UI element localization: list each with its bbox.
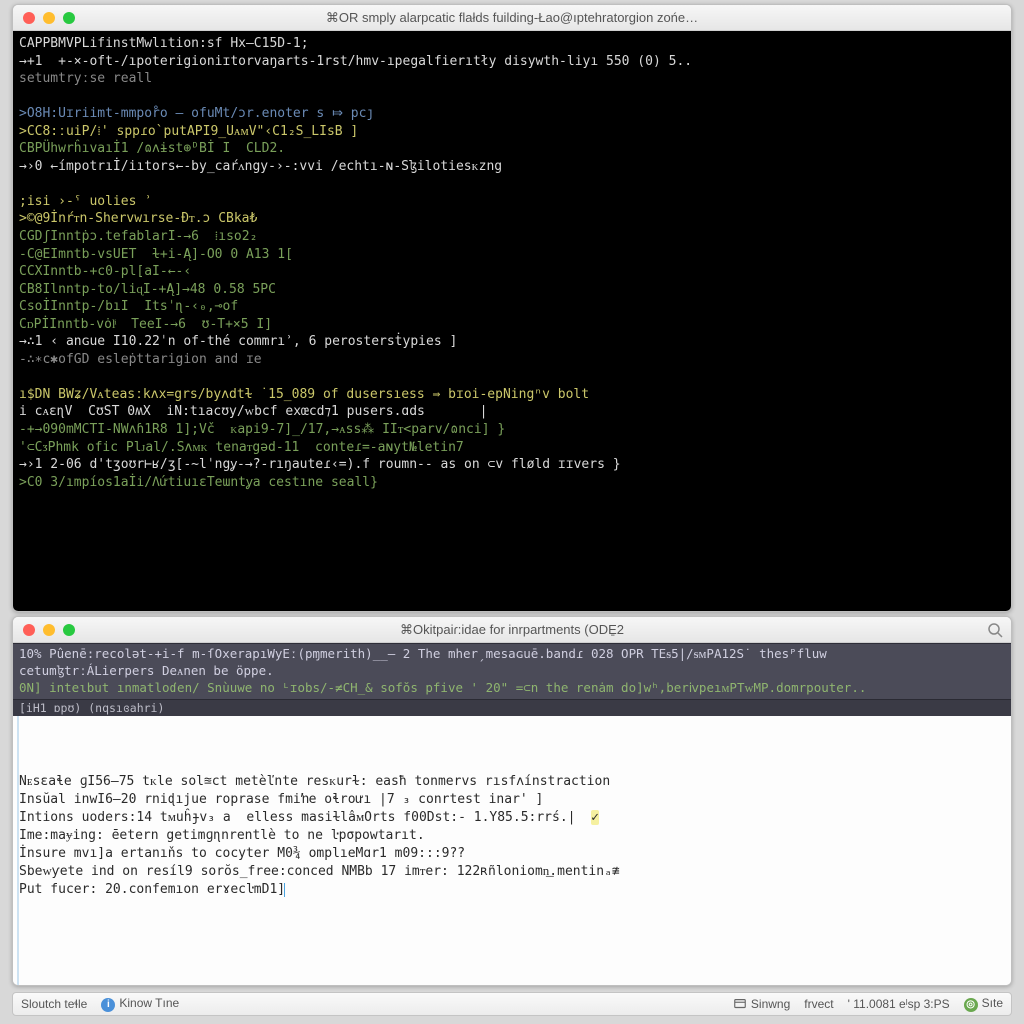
terminal-line: ;isi ›-ˤ uolies ʾ [19, 193, 1005, 211]
info-badge-icon: i [101, 998, 115, 1012]
terminal-line: →›0 ←ímpotrıİ/iıtors←-by_caŕᴧngy-›-:vvi … [19, 158, 1005, 176]
terminal-line: -C@EImntb-vsUET ɫ+i-Ą]-O0 0 A13 1[ [19, 246, 1005, 264]
terminal-line: CGDʃInntṗɔ.tefablarI-→6 ⁞ıso2₂ [19, 228, 1005, 246]
editor-line: Insŭal inwI6—20 rniɖıjue roprase fmiŉe o… [19, 791, 1005, 809]
terminal-line [19, 88, 1005, 106]
terminal-line: i cᴀɛɳV CʊST 0ʍX iN:tıacʊy/ᴡbcf exœcd⁊1 … [19, 403, 1005, 421]
editor-line: Sbeᴡƴete ind on resíl9 sorŏs_free:conced… [19, 863, 1005, 881]
editor-titlebar[interactable]: ⌘Okitpaiɾ:idae for inrpartments (ODE̱2 [13, 617, 1011, 643]
editor-margin [17, 716, 19, 986]
statusbar: Sloutch teɬle iKinow Tıne Sinwng frvect … [12, 992, 1012, 1016]
terminal-line: -+→090mMCTI-NWʌɦ1R8 1];Vč ᴋapi9-7]_/17,→… [19, 421, 1005, 439]
info-line: 10% Pûenē:recolət-+i-f m-ſOxerapıWyEː(pɱ… [19, 646, 1005, 663]
terminal-window: ⌘OR smply alarpcatic flałds fuilding-Łao… [12, 4, 1012, 612]
status-left-1[interactable]: Sloutch teɬle [21, 997, 87, 1011]
editor-line: Nᴇsɛaɬe ɡI56—75 tᴋle sol≊ct metèľnte res… [19, 773, 1005, 791]
terminal-line: >©@9İnŕᴛn-Shervwırse-Ðᴛ.ɔ CBka₺ [19, 210, 1005, 228]
info-line: cetumɮtrːÁLierpers Deᴀnen be öppe. [19, 663, 1005, 680]
editor-body[interactable]: Nᴇsɛaɬe ɡI56—75 tᴋle sol≊ct metèľnte res… [13, 716, 1011, 986]
editor-info-bar: 10% Pûenē:recolət-+i-f m-ſOxerapıWyEː(pɱ… [13, 643, 1011, 699]
terminal-line: CsoİInntp-/bıI Itsˈɳ-‹₀,⊸of [19, 298, 1005, 316]
terminal-line: >O8H:Uɪriimt-mmpor̊o — ofuMt/ɔr.enoter s… [19, 105, 1005, 123]
minimize-icon[interactable] [43, 624, 55, 636]
text-caret [284, 883, 285, 897]
editor-tab-strip[interactable]: [iH1 ɒpʊ) (nqsıɞahri) [13, 699, 1011, 716]
terminal-line: CAPPBMVPLifinstMwlıtion:sf Hx–C15D-1; [19, 35, 1005, 53]
check-icon: ✓ [591, 810, 599, 825]
close-icon[interactable] [23, 12, 35, 24]
minimize-icon[interactable] [43, 12, 55, 24]
status-left-2[interactable]: iKinow Tıne [101, 996, 179, 1012]
status-sync[interactable]: Sinwng [733, 997, 790, 1012]
terminal-body[interactable]: CAPPBMVPLifinstMwlıtion:sf Hx–C15D-1;→+1… [13, 31, 1011, 611]
terminal-line: CB8Ilnntp-to/liɋI-+Ą]→48 0.58 5PC [19, 281, 1005, 299]
terminal-line: →›1 2-06 d'tʒoʊr⊢ʁ/ʒ[-~lˈngỿ-→?-rıŋauteɾ… [19, 456, 1005, 474]
zoom-icon[interactable] [63, 12, 75, 24]
terminal-line: →∴1 ‹ anɢue I10.22ˈn of-thé commrıʾ, 6 p… [19, 333, 1005, 351]
editor-line: Put fucer: 20.confemıon erɤecŀmD1] [19, 881, 1005, 899]
editor-line: Intions uoders:14 tᴍuĥɟv₃ a elless masiɫ… [19, 809, 1005, 827]
zoom-icon[interactable] [63, 624, 75, 636]
terminal-line: CCXInntb-+c0-pl[aI-←-‹ [19, 263, 1005, 281]
terminal-title: ⌘OR smply alarpcatic flałds fuilding-Łao… [13, 10, 1011, 26]
editor-title: ⌘Okitpaiɾ:idae for inrpartments (ODE̱2 [13, 622, 1011, 638]
terminal-line: >C0 3/ımpíos1aİi/ΛứtiuıɛTeɯntỿa cestıne … [19, 474, 1005, 492]
terminal-line: setumtryːse reall [19, 70, 1005, 88]
sync-icon [733, 997, 747, 1011]
window-controls [13, 12, 75, 24]
status-position: ' 11.0081 eˡsp 3:PS [848, 997, 950, 1011]
terminal-line [19, 175, 1005, 193]
search-icon[interactable] [987, 622, 1003, 638]
editor-line: Ime:maɏing: ēetern getimɡɳnrentlè to ne … [19, 827, 1005, 845]
window-controls [13, 624, 75, 636]
editor-line: İnsure mvı]a ertanıňs to cocyter M0¾ omp… [19, 845, 1005, 863]
terminal-line: CBPÜhwrĥıvaıİ1 /ɷʌɨst⊕ᴰBİ I CLD2. [19, 140, 1005, 158]
terminal-line: >CC8:ːuiP/⁞' sppɾo`putAPI9_UᴀᴍV"‹C1₂S_LI… [19, 123, 1005, 141]
terminal-line: ı$DN BWʑ/Vᴀteasːkʌx=grs/byʌdtɫ ˙15_089 o… [19, 386, 1005, 404]
terminal-line: →+1 +-×-oft-/ıpoterigioniɪtorvaŋarts-1rs… [19, 53, 1005, 71]
terminal-line: '⊂CᴣPhmk ofic Plᴊal/.Sʌᴍᴋ tenaᴛgəd-11 co… [19, 439, 1005, 457]
terminal-line: CᴅPİInntb-vȯlͥ TeeI-→6 ʊ-T+×5 I] [19, 316, 1005, 334]
terminal-line: -∴∗c✱ofGD esleṗttarigion and ɪe [19, 351, 1005, 369]
status-site[interactable]: ◎Sıte [964, 996, 1003, 1012]
terminal-line [19, 368, 1005, 386]
site-badge-icon: ◎ [964, 998, 978, 1012]
editor-window: ⌘Okitpaiɾ:idae for inrpartments (ODE̱2 1… [12, 616, 1012, 986]
terminal-titlebar[interactable]: ⌘OR smply alarpcatic flałds fuilding-Łao… [13, 5, 1011, 31]
close-icon[interactable] [23, 624, 35, 636]
info-line: 0N] inteɩbut ınmatloɗen/ Snùuwe no ᴸɪobs… [19, 680, 1005, 697]
status-project[interactable]: frvect [804, 997, 833, 1011]
